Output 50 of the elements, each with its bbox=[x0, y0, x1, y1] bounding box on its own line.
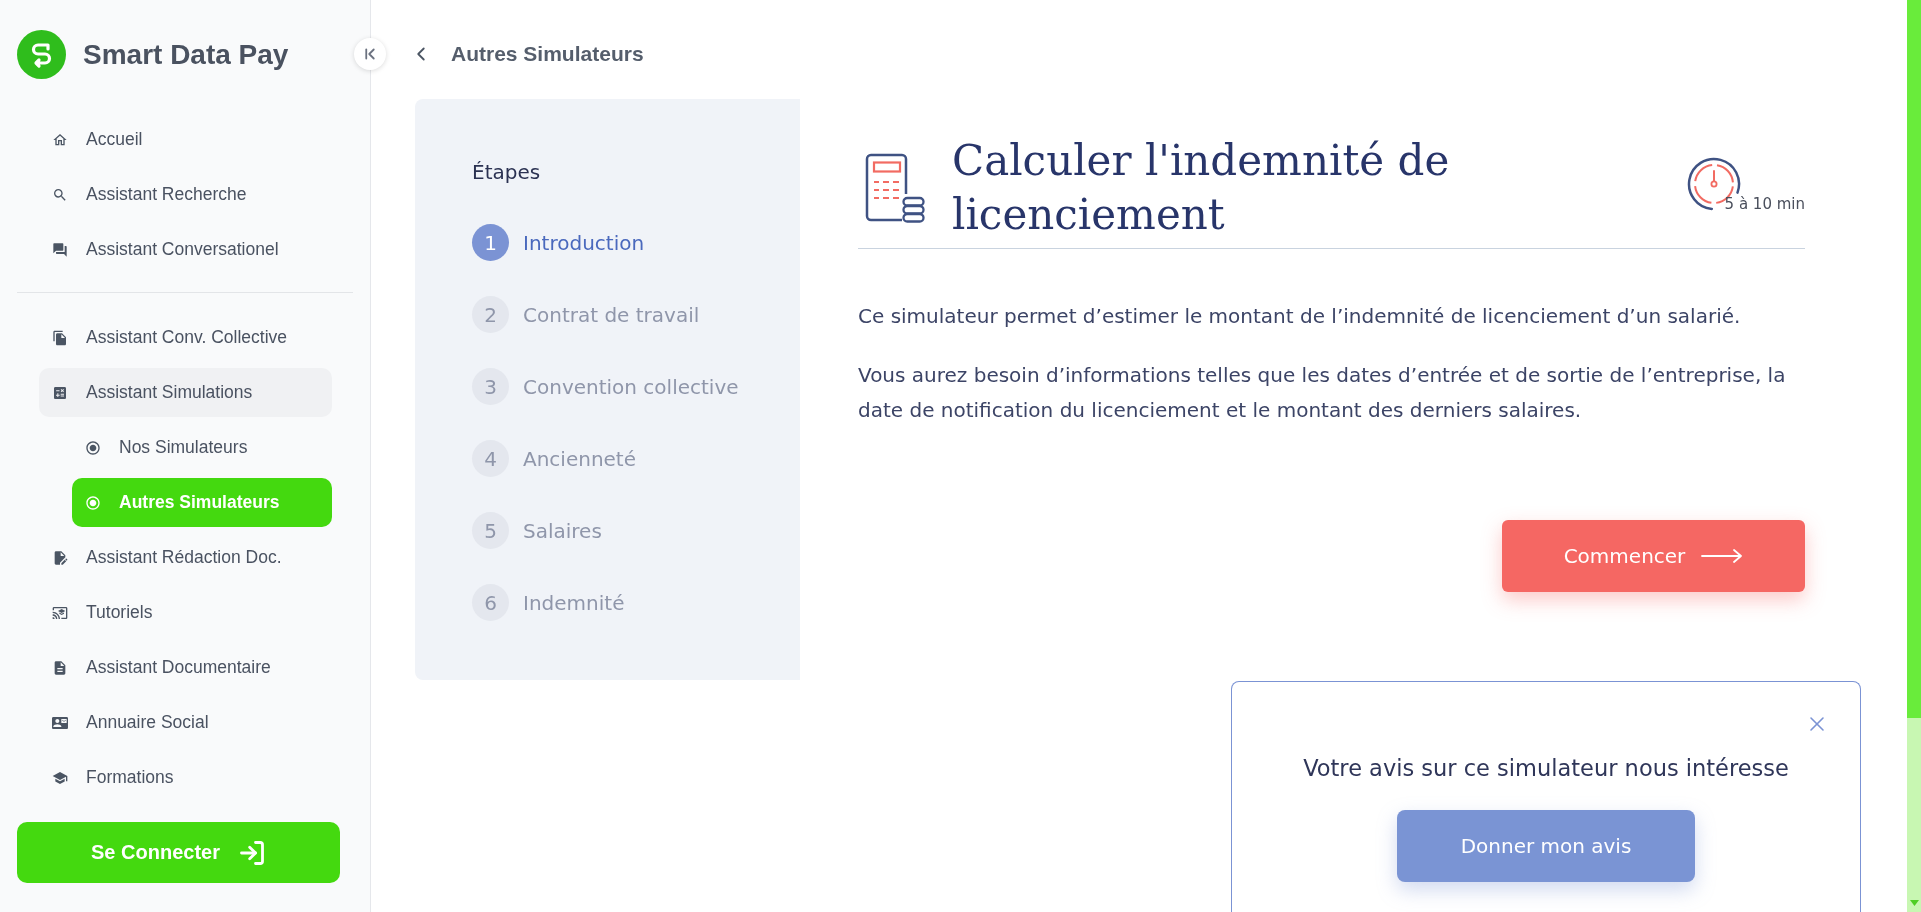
documents-icon bbox=[52, 329, 68, 346]
step-number: 4 bbox=[472, 440, 509, 477]
document-icon bbox=[52, 659, 68, 676]
nav-item[interactable]: Assistant Documentaire bbox=[39, 643, 332, 692]
scrollbar-thumb[interactable] bbox=[1907, 0, 1921, 718]
chat-bubbles-icon bbox=[52, 241, 68, 258]
mortarboard-icon bbox=[52, 769, 68, 786]
logo-icon bbox=[17, 30, 66, 79]
step-number: 5 bbox=[472, 512, 509, 549]
nav-item[interactable]: Formations bbox=[39, 753, 332, 802]
search-icon bbox=[52, 186, 68, 203]
step-number: 6 bbox=[472, 584, 509, 621]
document-edit-icon bbox=[52, 549, 68, 566]
step-number: 3 bbox=[472, 368, 509, 405]
collapse-button[interactable] bbox=[354, 38, 386, 70]
nav-item[interactable]: Assistant Conv. Collective bbox=[39, 313, 332, 362]
simulator-title: Calculer l'indemnité de licenciement bbox=[952, 135, 1451, 241]
scroll-down-icon[interactable] bbox=[1909, 900, 1919, 906]
description-text: Vous aurez besoin d’informations telles que les dates d’entrée et de sortie de l’entreprise, la date de notification du licenciement et le montant des derniers salaires. bbox=[858, 362, 1787, 424]
nav-item[interactable]: Assistant Recherche bbox=[39, 170, 332, 219]
nav-item[interactable]: Assistant Conversationel bbox=[39, 225, 332, 274]
step-label: Ancienneté bbox=[523, 445, 637, 473]
nav-item[interactable]: Assistant Rédaction Doc. bbox=[39, 533, 332, 582]
arrow-right-icon bbox=[1701, 549, 1744, 563]
nav-item[interactable]: Tutoriels bbox=[39, 588, 332, 637]
step-number: 1 bbox=[472, 224, 509, 261]
scrollbar-track[interactable] bbox=[1907, 0, 1921, 912]
page-title: Autres Simulateurs bbox=[451, 42, 644, 66]
step-number: 2 bbox=[472, 296, 509, 333]
nav-item[interactable]: Accueil bbox=[39, 115, 332, 164]
step-label: Contrat de travail bbox=[523, 301, 700, 329]
duration-text: 5 à 10 min bbox=[1724, 195, 1805, 213]
step-label: Introduction bbox=[523, 229, 645, 257]
calculator-icon bbox=[52, 384, 68, 401]
nav-subitem[interactable]: Nos Simulateurs bbox=[72, 423, 332, 472]
contact-card-icon bbox=[52, 714, 68, 731]
step-label: Salaires bbox=[523, 517, 602, 545]
clock-icon bbox=[1685, 156, 1742, 213]
description-text: Ce simulateur permet d’estimer le montant de l’indemnité de licenciement d’un salarié. bbox=[858, 303, 1742, 330]
nav-item[interactable]: Annuaire Social bbox=[39, 698, 332, 747]
calculator-coins-icon bbox=[865, 153, 925, 224]
feedback-title: Votre avis sur ce simulateur nous intéresse bbox=[1303, 754, 1789, 783]
step-label: Indemnité bbox=[523, 589, 625, 617]
login-icon bbox=[237, 838, 266, 867]
nav-item[interactable]: Assistant Simulations bbox=[39, 368, 332, 417]
cast-screen-icon bbox=[52, 604, 68, 621]
steps-title: Étapes bbox=[472, 159, 542, 186]
step-label: Convention collective bbox=[523, 373, 739, 401]
brand-name: Smart Data Pay bbox=[83, 38, 289, 71]
home-icon bbox=[52, 131, 68, 148]
